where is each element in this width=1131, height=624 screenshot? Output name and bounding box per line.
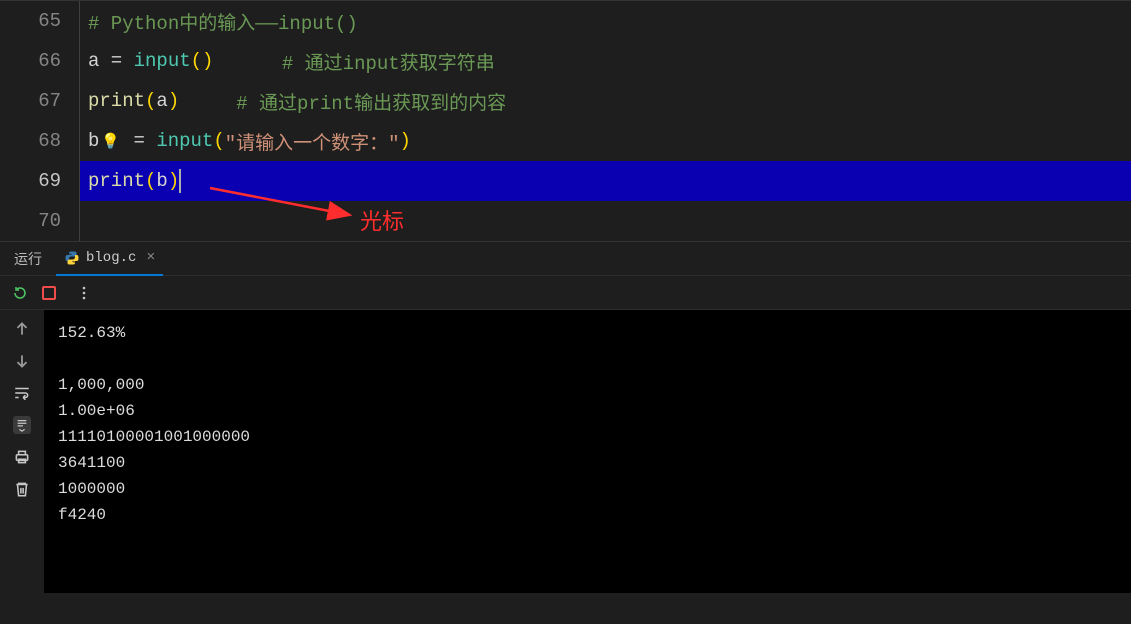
code-function: print xyxy=(88,170,145,192)
code-builtin: input xyxy=(156,130,213,152)
code-line[interactable]: 68 b💡 = input("请输入一个数字：") xyxy=(0,121,1131,161)
print-icon[interactable] xyxy=(13,448,31,466)
output-line: 11110100001001000000 xyxy=(58,428,250,446)
output-line: f4240 xyxy=(58,506,106,524)
panel-tabbar: 运行 blog.c × xyxy=(0,242,1131,276)
code-comment: # Python中的输入——input() xyxy=(88,8,358,35)
code-builtin: input xyxy=(134,50,191,72)
output-line: 1,000,000 xyxy=(58,376,144,394)
trash-icon[interactable] xyxy=(13,480,31,498)
stop-icon[interactable] xyxy=(42,286,56,300)
python-icon xyxy=(64,250,80,266)
line-number: 70 xyxy=(0,201,80,241)
output-line: 1.00e+06 xyxy=(58,402,135,420)
line-number: 66 xyxy=(0,41,80,81)
code-line[interactable]: 66 a = input() # 通过input获取字符串 xyxy=(0,41,1131,81)
lightbulb-icon[interactable]: 💡 xyxy=(99,132,122,151)
code-string: "请输入一个数字：" xyxy=(225,128,400,155)
code-identifier: b xyxy=(88,130,99,152)
code-line-active[interactable]: 69 print(b) xyxy=(0,161,1131,201)
line-number: 68 xyxy=(0,121,80,161)
text-cursor xyxy=(179,169,181,193)
output-line: 152.63% xyxy=(58,324,125,342)
line-number: 69 xyxy=(0,161,80,201)
run-tab-label[interactable]: 运行 xyxy=(0,249,56,269)
wrap-icon[interactable] xyxy=(13,384,31,402)
file-tab[interactable]: blog.c × xyxy=(56,242,163,276)
terminal-output[interactable]: 152.63% 1,000,000 1.00e+06 1111010000100… xyxy=(44,310,1131,593)
rerun-icon[interactable] xyxy=(12,285,28,301)
code-editor[interactable]: 65 # Python中的输入——input() 66 a = input() … xyxy=(0,0,1131,241)
line-number: 65 xyxy=(0,1,80,41)
terminal-area: 152.63% 1,000,000 1.00e+06 1111010000100… xyxy=(0,310,1131,593)
code-identifier: a xyxy=(88,50,99,72)
more-icon[interactable] xyxy=(76,285,92,301)
arrow-down-icon[interactable] xyxy=(13,352,31,370)
output-line: 1000000 xyxy=(58,480,125,498)
arrow-up-icon[interactable] xyxy=(13,320,31,338)
terminal-gutter xyxy=(0,310,44,593)
run-panel: 运行 blog.c × 152. xyxy=(0,241,1131,593)
code-comment: # 通过input获取字符串 xyxy=(282,48,495,75)
code-comment: # 通过print输出获取到的内容 xyxy=(236,88,506,115)
output-line: 3641100 xyxy=(58,454,125,472)
file-tab-label: blog.c xyxy=(86,250,136,266)
scroll-lock-icon[interactable] xyxy=(13,416,31,434)
line-number: 67 xyxy=(0,81,80,121)
code-line[interactable]: 70 xyxy=(0,201,1131,241)
code-line[interactable]: 67 print(a) # 通过print输出获取到的内容 xyxy=(0,81,1131,121)
code-line[interactable]: 65 # Python中的输入——input() xyxy=(0,1,1131,41)
close-icon[interactable]: × xyxy=(142,249,155,266)
code-function: print xyxy=(88,90,145,112)
run-toolbar xyxy=(0,276,1131,310)
